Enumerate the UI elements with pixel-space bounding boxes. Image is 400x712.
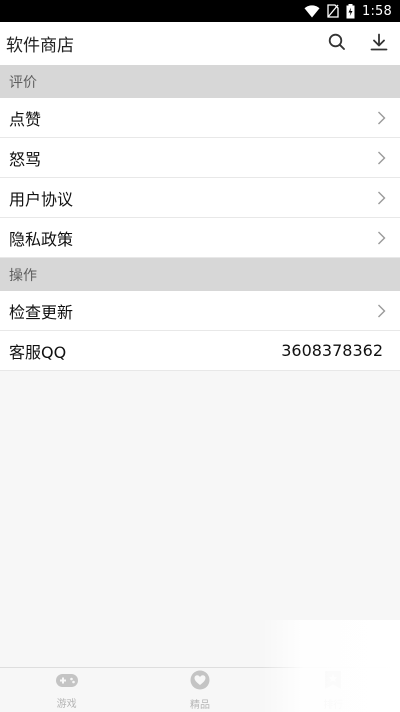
list-item-customer-service-qq[interactable]: 客服QQ 3608378362 [0, 331, 400, 371]
settings-screen: 1:58 软件商店 评价 点赞 怒骂 用户协议 隐私政策 操作 检查更新 客服Q… [0, 0, 400, 712]
list-item-label: 用户协议 [9, 189, 74, 209]
chevron-right-icon [377, 151, 386, 165]
app-bar-actions [316, 23, 400, 65]
list-item-label: 点赞 [9, 109, 42, 129]
list-item-privacy-policy[interactable]: 隐私政策 [0, 218, 400, 258]
no-sim-icon [327, 4, 339, 18]
status-time: 1:58 [362, 3, 392, 19]
list-item-scold[interactable]: 怒骂 [0, 138, 400, 178]
list-item-label: 客服QQ [9, 342, 67, 362]
qq-number-value: 3608378362 [281, 341, 383, 360]
download-button[interactable] [358, 23, 400, 65]
tab-ranking[interactable]: 排行 [267, 668, 400, 712]
list-item-like[interactable]: 点赞 [0, 98, 400, 138]
tab-games[interactable]: 游戏 [0, 668, 133, 712]
list-item-user-agreement[interactable]: 用户协议 [0, 178, 400, 218]
chevron-right-icon [377, 231, 386, 245]
list-item-label: 隐私政策 [9, 229, 74, 249]
ranking-bookmark-icon [324, 670, 342, 694]
download-icon [370, 33, 388, 55]
list-item-check-update[interactable]: 检查更新 [0, 291, 400, 331]
search-icon [328, 33, 346, 55]
page-title: 软件商店 [6, 36, 74, 56]
chevron-right-icon [377, 111, 386, 125]
section-header-operations: 操作 [0, 258, 400, 291]
tab-label: 排行 [323, 699, 344, 711]
status-bar: 1:58 [0, 0, 400, 22]
section-header-rating: 评价 [0, 65, 400, 98]
gamepad-icon [55, 671, 79, 693]
wifi-icon [304, 4, 320, 18]
app-bar: 软件商店 [0, 22, 400, 65]
search-button[interactable] [316, 23, 358, 65]
list-item-label: 怒骂 [9, 149, 42, 169]
heart-icon [190, 670, 210, 694]
tab-label: 游戏 [56, 698, 77, 710]
chevron-right-icon [377, 304, 386, 318]
list-item-label: 检查更新 [9, 302, 74, 322]
battery-charging-icon [346, 3, 355, 19]
tab-label: 精品 [189, 699, 210, 711]
bottom-nav: 游戏 精品 排行 [0, 667, 400, 712]
tab-featured[interactable]: 精品 [133, 668, 266, 712]
chevron-right-icon [377, 191, 386, 205]
